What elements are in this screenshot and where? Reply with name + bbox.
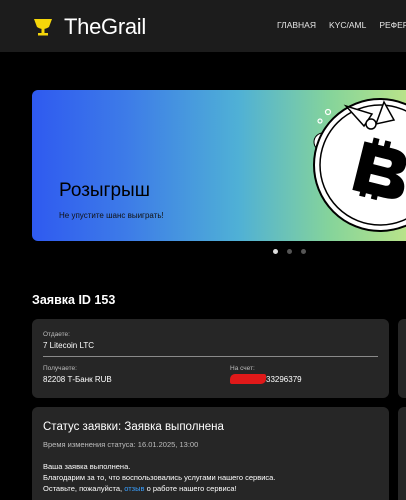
order-details-card: Отдаете: 7 Litecoin LTC Получаете: 82208…: [32, 319, 389, 398]
order-title: Заявка ID 153: [32, 293, 116, 307]
bitcoin-gift-icon: [313, 98, 406, 232]
details-divider: [43, 356, 378, 357]
status-line-3: Оставьте, пожалуйста, отзыв о работе наш…: [43, 483, 275, 494]
side-card-edge-2: [398, 407, 406, 500]
receive-value: 82208 Т-Банк RUB: [43, 375, 112, 384]
status-changed-time: Время изменения статуса: 16.01.2025, 13:…: [43, 440, 199, 449]
nav-item-referral[interactable]: РЕФЕРАЛ: [379, 20, 406, 30]
review-link[interactable]: отзыв: [124, 484, 144, 493]
banner-title: Розыгрыш: [59, 180, 150, 201]
redaction-mark: [230, 374, 266, 384]
promo-banner[interactable]: Розыгрыш Не упустите шанс выиграть!: [32, 90, 406, 241]
grail-cup-icon: [34, 19, 52, 36]
main-nav: ГЛАВНАЯ KYC/AML РЕФЕРАЛ: [277, 20, 406, 30]
carousel-dot-3[interactable]: [301, 249, 306, 254]
banner-subtitle: Не упустите шанс выиграть!: [59, 211, 164, 220]
status-card: Статус заявки: Заявка выполнена Время из…: [32, 407, 389, 500]
give-label: Отдаете:: [43, 331, 70, 338]
brand-name: TheGrail: [64, 14, 146, 39]
account-value: 33296379: [266, 375, 302, 384]
status-line-3-post: о работе нашего сервиса!: [146, 484, 237, 493]
nav-item-kyc-aml[interactable]: KYC/AML: [329, 20, 366, 30]
account-label: На счет:: [230, 365, 255, 372]
carousel-dot-1[interactable]: [273, 249, 278, 254]
give-value: 7 Litecoin LTC: [43, 341, 94, 350]
status-message: Ваша заявка выполнена. Благодарим за то,…: [43, 461, 275, 494]
side-card-edge: [398, 319, 406, 398]
status-line-3-pre: Оставьте, пожалуйста,: [43, 484, 123, 493]
status-line-1: Ваша заявка выполнена.: [43, 462, 131, 471]
status-title: Статус заявки: Заявка выполнена: [43, 421, 224, 433]
status-line-2: Благодарим за то, что воспользовались ус…: [43, 473, 276, 482]
nav-item-home[interactable]: ГЛАВНАЯ: [277, 20, 316, 30]
site-header: TheGrail ГЛАВНАЯ KYC/AML РЕФЕРАЛ: [0, 0, 406, 52]
carousel-dot-2[interactable]: [287, 249, 292, 254]
brand-logo[interactable]: TheGrail: [32, 14, 146, 40]
receive-label: Получаете:: [43, 365, 77, 372]
carousel-dots: [273, 249, 315, 254]
